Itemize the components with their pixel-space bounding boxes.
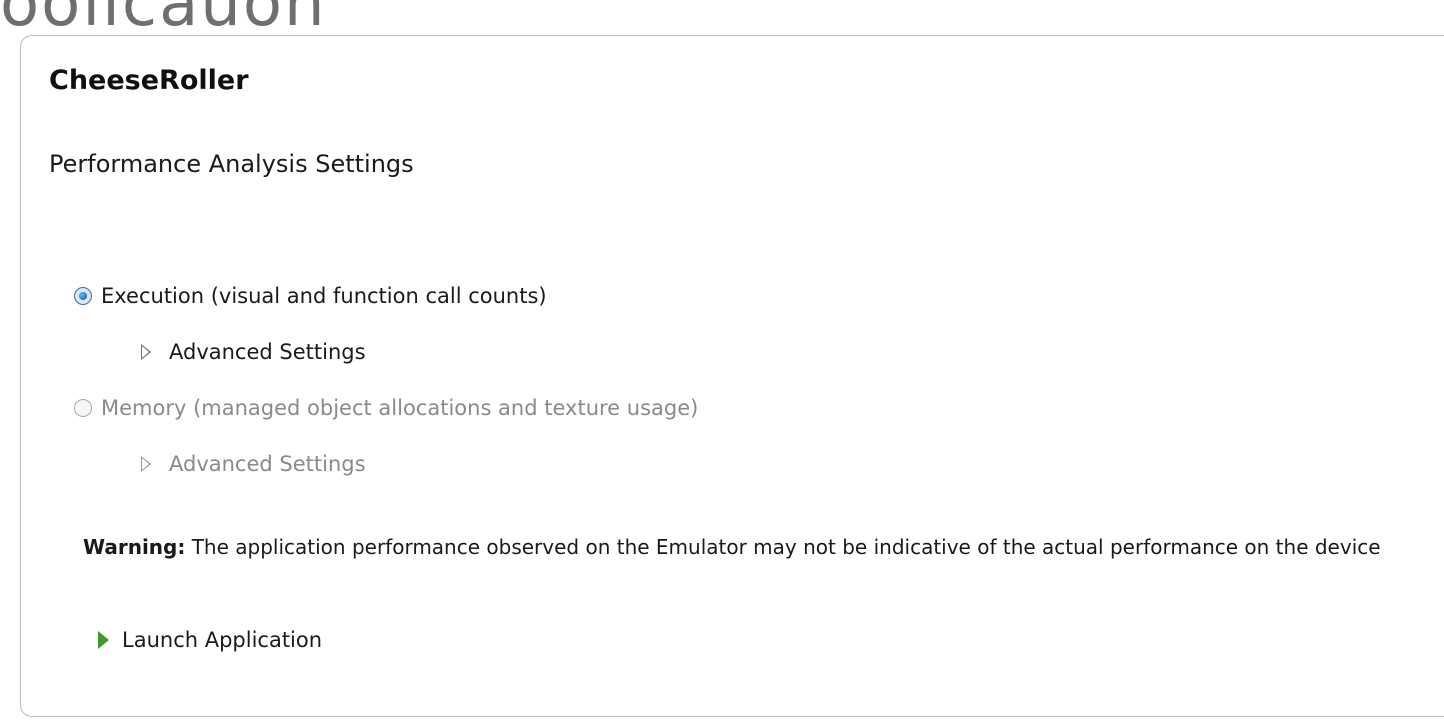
- memory-advanced-settings-label: Advanced Settings: [169, 452, 366, 476]
- app-title: CheeseRoller: [49, 65, 249, 96]
- launch-application-button[interactable]: Launch Application: [98, 628, 322, 652]
- section-title: Performance Analysis Settings: [49, 150, 414, 178]
- expander-triangle-icon[interactable]: [141, 344, 151, 360]
- radio-unselected-icon[interactable]: [74, 399, 92, 417]
- play-icon: [98, 631, 109, 649]
- emulator-warning: Warning: The application performance obs…: [83, 532, 1383, 562]
- clipped-title-fragment: oolicauon: [0, 0, 327, 41]
- execution-option[interactable]: Execution (visual and function call coun…: [74, 284, 547, 308]
- memory-option[interactable]: Memory (managed object allocations and t…: [74, 396, 698, 420]
- expander-triangle-icon[interactable]: [141, 456, 151, 472]
- execution-advanced-settings-label: Advanced Settings: [169, 340, 366, 364]
- memory-advanced-settings-expander[interactable]: Advanced Settings: [141, 452, 366, 476]
- performance-analysis-panel: [20, 35, 1444, 717]
- radio-selected-icon[interactable]: [74, 287, 92, 305]
- warning-text: The application performance observed on …: [185, 535, 1381, 559]
- warning-label: Warning:: [83, 535, 186, 559]
- execution-option-label: Execution (visual and function call coun…: [101, 284, 547, 308]
- execution-advanced-settings-expander[interactable]: Advanced Settings: [141, 340, 366, 364]
- memory-option-label: Memory (managed object allocations and t…: [101, 396, 699, 420]
- launch-application-label: Launch Application: [122, 628, 323, 652]
